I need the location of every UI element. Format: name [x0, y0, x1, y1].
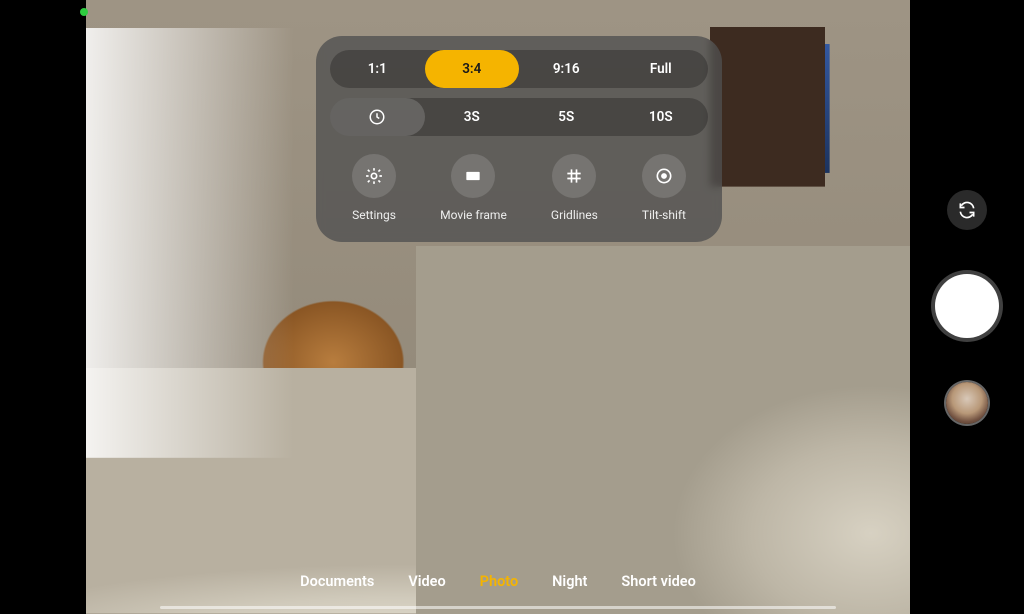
switch-camera-icon [957, 200, 977, 220]
timer-3s[interactable]: 3S [425, 98, 520, 136]
gridlines-label: Gridlines [551, 208, 598, 222]
timer-10s[interactable]: 10S [614, 98, 709, 136]
settings-button[interactable]: Settings [352, 154, 396, 222]
privacy-indicator-dot [80, 8, 88, 16]
grid-icon [564, 166, 584, 186]
timer-5s[interactable]: 5S [519, 98, 614, 136]
timer-icon [368, 108, 386, 126]
tilt-shift-label: Tilt-shift [642, 208, 686, 222]
movie-frame-button[interactable]: Movie frame [440, 154, 507, 222]
mode-short-video[interactable]: Short video [621, 573, 695, 590]
shutter-button[interactable] [935, 274, 999, 338]
aspect-ratio-row: 1:1 3:4 9:16 Full [330, 50, 708, 88]
mode-video[interactable]: Video [408, 573, 445, 590]
mode-strip: Documents Video Photo Night Short video [86, 573, 910, 590]
timer-off[interactable] [330, 98, 425, 136]
mode-documents[interactable]: Documents [300, 573, 374, 590]
aspect-3-4[interactable]: 3:4 [425, 50, 520, 88]
aspect-full[interactable]: Full [614, 50, 709, 88]
tilt-shift-icon [654, 166, 674, 186]
nav-handle[interactable] [160, 606, 836, 609]
right-controls [910, 0, 1024, 614]
mode-night[interactable]: Night [552, 573, 587, 590]
timer-row: 3S 5S 10S [330, 98, 708, 136]
gear-icon [364, 166, 384, 186]
tilt-shift-button[interactable]: Tilt-shift [642, 154, 686, 222]
aspect-9-16[interactable]: 9:16 [519, 50, 614, 88]
camera-settings-panel: 1:1 3:4 9:16 Full 3S 5S 10S Settings [316, 36, 722, 242]
gridlines-button[interactable]: Gridlines [551, 154, 598, 222]
switch-camera-button[interactable] [947, 190, 987, 230]
tools-row: Settings Movie frame Gridlines [330, 154, 708, 222]
aspect-1-1[interactable]: 1:1 [330, 50, 425, 88]
movie-frame-icon [463, 166, 483, 186]
settings-label: Settings [352, 208, 396, 222]
movie-frame-label: Movie frame [440, 208, 507, 222]
gallery-thumbnail[interactable] [946, 382, 988, 424]
mode-photo[interactable]: Photo [480, 573, 519, 590]
